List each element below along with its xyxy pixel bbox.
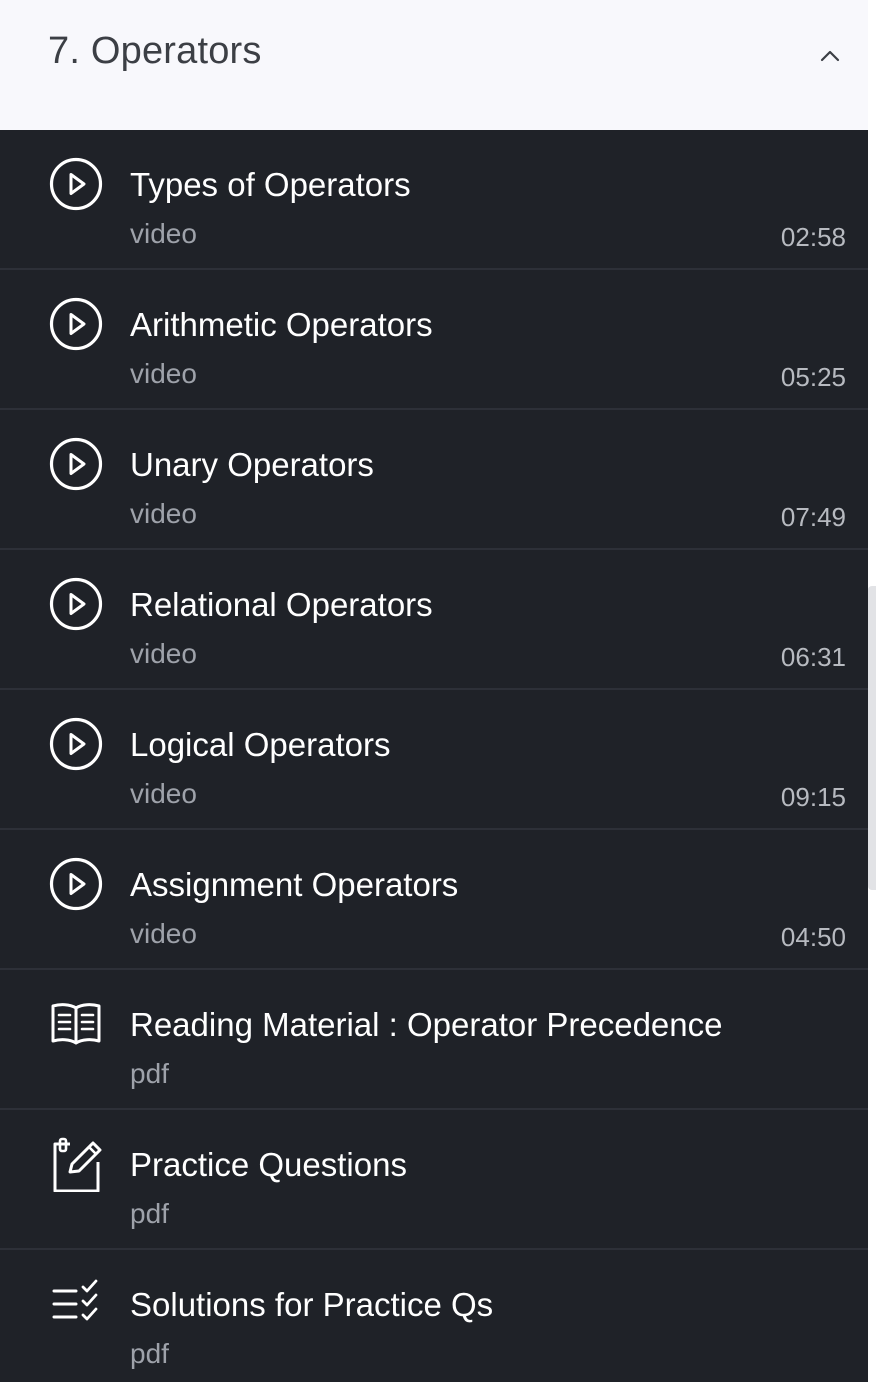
lecture-item[interactable]: Relational Operators video 06:31 [0,550,868,690]
lecture-type: video [130,918,197,949]
lecture-list: Types of Operators video 02:58 Arithmeti… [0,130,868,1382]
lecture-duration: 02:58 [780,222,846,252]
lecture-type: video [130,638,197,669]
lecture-type: video [130,358,197,389]
lecture-item[interactable]: Logical Operators video 09:15 [0,690,868,830]
lecture-type: video [130,498,197,529]
lecture-duration: 06:31 [780,642,846,672]
lecture-type: pdf [130,1058,169,1089]
lecture-item[interactable]: Types of Operators video 02:58 [0,130,868,270]
play-circle-icon [48,856,104,912]
lecture-item[interactable]: Unary Operators video 07:49 [0,410,868,550]
lecture-duration: 04:50 [780,922,846,952]
play-circle-icon [48,576,104,632]
section-title: 7. Operators [48,30,262,72]
lecture-title: Arithmetic Operators [130,306,433,343]
checklist-icon [48,1276,104,1332]
lecture-title: Reading Material : Operator Precedence [130,1006,723,1043]
lecture-duration: 07:49 [780,502,846,532]
lecture-type: pdf [130,1198,169,1229]
lecture-item[interactable]: Practice Questions pdf [0,1110,868,1250]
clipboard-edit-icon [48,1136,104,1192]
lecture-title: Relational Operators [130,586,433,623]
lecture-duration: 05:25 [780,362,846,392]
play-circle-icon [48,156,104,212]
lecture-item[interactable]: Arithmetic Operators video 05:25 [0,270,868,410]
lecture-title: Assignment Operators [130,866,459,903]
play-circle-icon [48,716,104,772]
lecture-type: video [130,778,197,809]
lecture-title: Practice Questions [130,1146,407,1183]
lecture-duration: 09:15 [780,782,846,812]
play-circle-icon [48,296,104,352]
collapse-section-button[interactable] [810,36,850,76]
book-open-icon [48,996,104,1052]
chevron-up-icon [820,50,840,62]
lecture-type: pdf [130,1338,169,1369]
course-curriculum-page: 7. Operators Types of Operators video 02… [0,0,876,1382]
lecture-item[interactable]: Assignment Operators video 04:50 [0,830,868,970]
lecture-item[interactable]: Reading Material : Operator Precedence p… [0,970,868,1110]
lecture-type: video [130,218,197,249]
section-header[interactable]: 7. Operators [0,0,868,130]
lecture-item[interactable]: Solutions for Practice Qs pdf [0,1250,868,1382]
lecture-title: Types of Operators [130,166,411,203]
lecture-title: Logical Operators [130,726,391,763]
play-circle-icon [48,436,104,492]
lecture-title: Solutions for Practice Qs [130,1286,494,1323]
lecture-title: Unary Operators [130,446,374,483]
scrollbar-thumb[interactable] [868,586,876,890]
